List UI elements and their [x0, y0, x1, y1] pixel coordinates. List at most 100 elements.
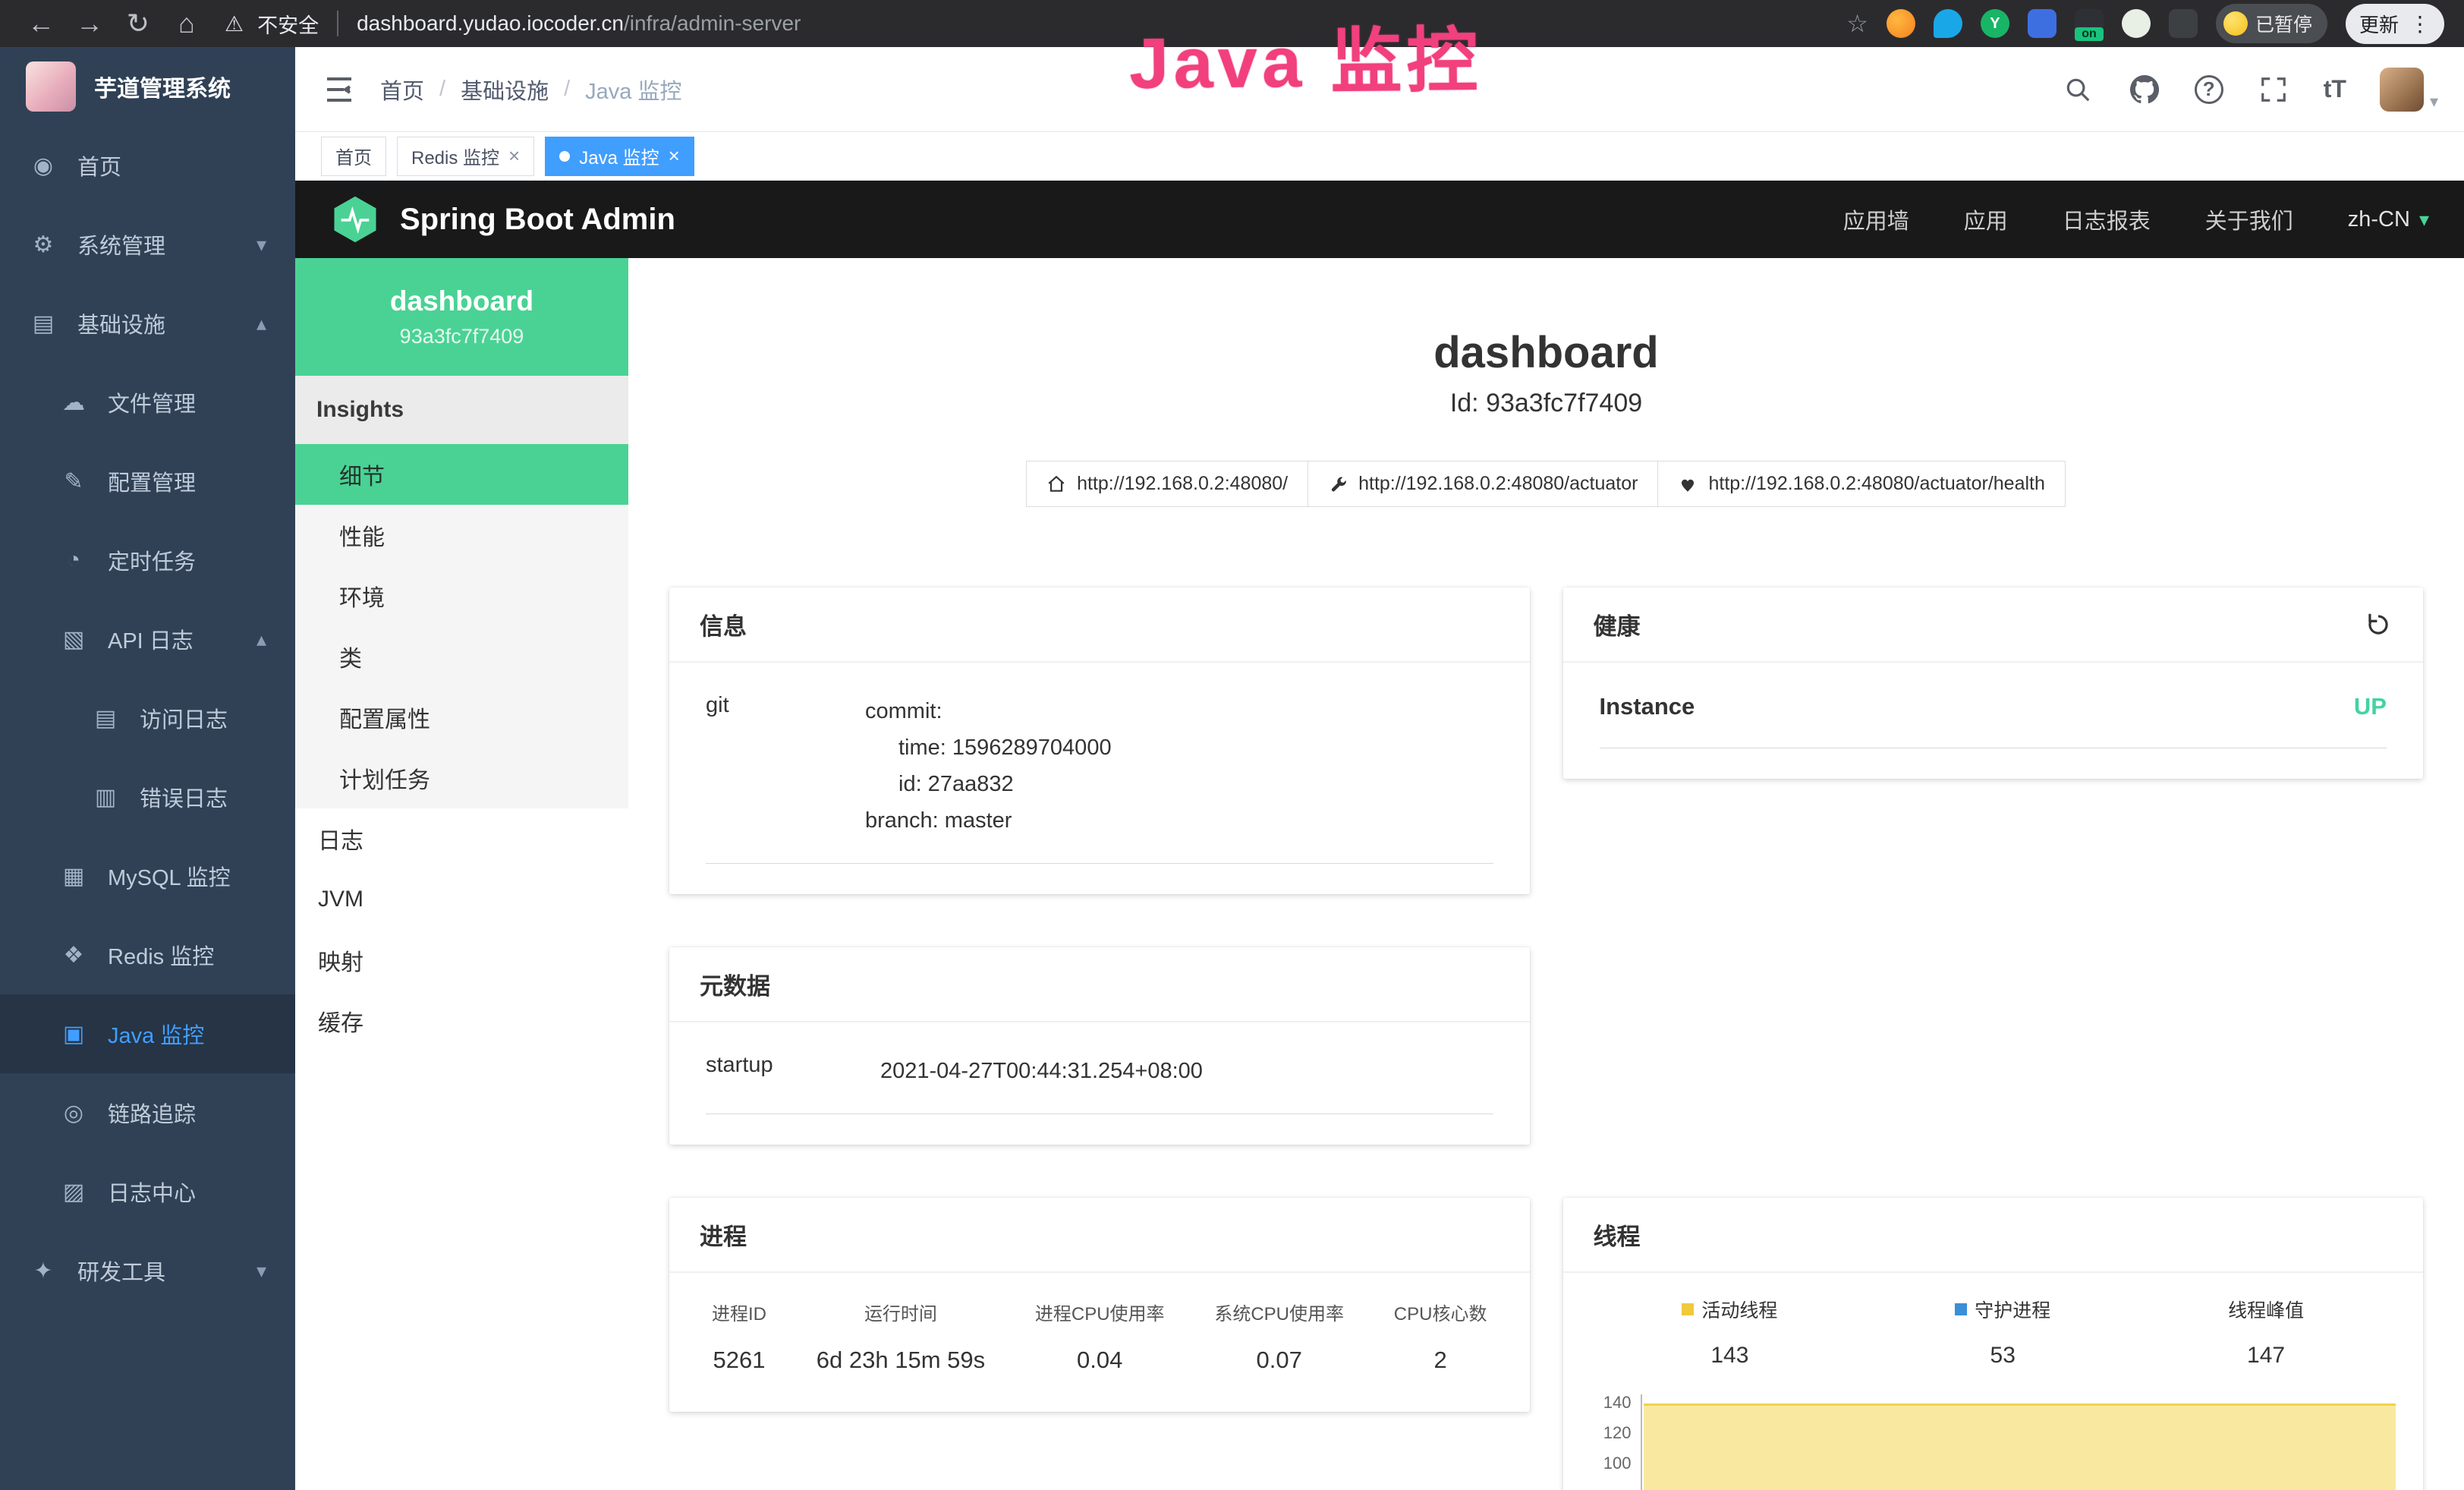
sba-menu-caches[interactable]: 缓存: [295, 991, 628, 1051]
update-button[interactable]: 更新 ⋮: [2346, 4, 2444, 44]
chart-plot-area: [1641, 1394, 2396, 1490]
health-card-title: 健康: [1594, 607, 1641, 641]
tag-redis-monitor[interactable]: Redis 监控 ×: [397, 137, 534, 176]
sidebar-item-access-log[interactable]: ▤ 访问日志: [0, 679, 295, 758]
language-selector[interactable]: zh-CN ▾: [2348, 207, 2429, 232]
search-icon[interactable]: [2061, 73, 2094, 106]
sidebar-item-files[interactable]: ☁ 文件管理: [0, 363, 295, 442]
sidebar-item-dev-tools[interactable]: ✦ 研发工具 ▾: [0, 1231, 295, 1310]
tag-java-monitor[interactable]: Java 监控 ×: [545, 137, 694, 176]
sba-nav-applications[interactable]: 应用: [1964, 203, 2008, 235]
health-card: 健康 Instance UP: [1563, 587, 2424, 779]
sba-menu-metrics[interactable]: 性能: [295, 505, 628, 565]
sba-menu-classes[interactable]: 类: [295, 626, 628, 687]
font-size-icon[interactable]: tT: [2324, 75, 2346, 103]
fullscreen-icon[interactable]: [2257, 73, 2290, 106]
close-icon[interactable]: ×: [669, 144, 680, 168]
document-icon: ▥: [91, 784, 120, 811]
bookmark-star-icon[interactable]: ☆: [1846, 9, 1868, 38]
sba-brand[interactable]: Spring Boot Admin: [400, 203, 675, 237]
legend-square-blue: [1955, 1303, 1967, 1315]
extension-leaf-icon[interactable]: [2122, 9, 2151, 38]
breadcrumb-home[interactable]: 首页: [380, 74, 424, 106]
tools-icon: ✦: [29, 1258, 58, 1284]
page-title: dashboard: [669, 326, 2423, 380]
sba-menu-config-props[interactable]: 配置属性: [295, 687, 628, 748]
layers-icon: ❖: [59, 942, 88, 969]
health-url-link[interactable]: http://192.168.0.2:48080/actuator/health: [1657, 461, 2065, 507]
info-card: 信息 git commit: time: 1596289704000 id: 2…: [669, 587, 1530, 894]
caret-down-icon: ▾: [2430, 92, 2438, 112]
help-icon[interactable]: ?: [2195, 75, 2223, 104]
github-icon[interactable]: [2128, 73, 2161, 106]
legend-square-yellow: [1682, 1303, 1694, 1315]
sba-menu-environment[interactable]: 环境: [295, 565, 628, 626]
security-warning-label[interactable]: 不安全: [257, 9, 319, 39]
extension-drop-icon[interactable]: [1934, 9, 1962, 38]
process-pid: 进程ID 5261: [712, 1299, 766, 1374]
forward-icon[interactable]: →: [68, 5, 111, 42]
instance-id-line: Id: 93a3fc7f7409: [669, 389, 2423, 418]
wrench-icon: [1328, 474, 1348, 494]
extension-switch-icon[interactable]: on: [2075, 9, 2104, 38]
sidebar-item-log-center[interactable]: ▨ 日志中心: [0, 1152, 295, 1231]
chevron-up-icon: ▴: [256, 312, 266, 335]
sidebar-item-redis-monitor[interactable]: ❖ Redis 监控: [0, 915, 295, 994]
process-card: 进程 进程ID 5261 运行时间 6d 23h 15m 59s: [669, 1198, 1530, 1412]
breadcrumb-current: Java 监控: [585, 74, 681, 106]
user-menu[interactable]: ▾: [2380, 68, 2438, 112]
actuator-url-link[interactable]: http://192.168.0.2:48080/actuator: [1308, 461, 1658, 507]
sba-menu-scheduled-tasks[interactable]: 计划任务: [295, 748, 628, 808]
eye-icon: ◎: [59, 1100, 88, 1126]
service-url-link[interactable]: http://192.168.0.2:48080/: [1026, 461, 1308, 507]
sba-menu-jvm[interactable]: JVM: [295, 869, 628, 930]
home-icon[interactable]: ⌂: [165, 5, 208, 42]
legend-daemon-threads[interactable]: 守护进程 53: [1955, 1296, 2050, 1369]
gear-icon: ⚙: [29, 232, 58, 258]
sidebar-item-system[interactable]: ⚙ 系统管理 ▾: [0, 205, 295, 284]
menu-dots-icon: ⋮: [2409, 11, 2431, 36]
sidebar-item-infra[interactable]: ▤ 基础设施 ▴: [0, 284, 295, 363]
sba-menu-details[interactable]: 细节: [295, 444, 628, 505]
sidebar-item-error-log[interactable]: ▥ 错误日志: [0, 758, 295, 836]
sidebar-fold-icon[interactable]: [321, 71, 357, 108]
tag-home[interactable]: 首页: [321, 137, 386, 176]
legend-live-threads[interactable]: 活动线程 143: [1682, 1296, 1777, 1369]
monitor-icon: ▤: [29, 310, 58, 337]
history-icon[interactable]: [2364, 610, 2393, 639]
process-card-title: 进程: [700, 1218, 747, 1252]
sba-nav-about[interactable]: 关于我们: [2205, 203, 2293, 235]
extension-fox-icon[interactable]: [1887, 9, 1915, 38]
extension-y-icon[interactable]: Y: [1981, 9, 2009, 38]
spring-boot-admin-logo-icon: [330, 194, 380, 244]
back-icon[interactable]: ←: [20, 5, 62, 42]
sidebar-item-mysql-monitor[interactable]: ▦ MySQL 监控: [0, 836, 295, 915]
log-icon: ▨: [59, 1179, 88, 1205]
sidebar-item-config[interactable]: ✎ 配置管理: [0, 442, 295, 521]
url-text[interactable]: dashboard.yudao.iocoder.cn/infra/admin-s…: [357, 11, 801, 36]
threads-card-title: 线程: [1594, 1218, 1641, 1252]
paused-badge[interactable]: 已暂停: [2216, 4, 2327, 43]
extension-grid-icon[interactable]: [2028, 9, 2056, 38]
sidebar-item-api-logs[interactable]: ▧ API 日志 ▴: [0, 600, 295, 679]
chevron-up-icon: ▴: [256, 628, 266, 651]
instance-header[interactable]: dashboard 93a3fc7f7409: [295, 258, 628, 376]
reload-icon[interactable]: ↻: [117, 5, 159, 42]
row-divider: [706, 863, 1493, 864]
sidebar-item-tracing[interactable]: ◎ 链路追踪: [0, 1073, 295, 1152]
sba-nav-journal[interactable]: 日志报表: [2063, 203, 2151, 235]
extensions-puzzle-icon[interactable]: [2169, 9, 2198, 38]
legend-peak-threads[interactable]: 线程峰值 147: [2228, 1296, 2304, 1369]
avatar: [2380, 68, 2424, 112]
sidebar-item-scheduled-jobs[interactable]: ◔ 定时任务: [0, 521, 295, 600]
breadcrumb-infra[interactable]: 基础设施: [461, 74, 549, 106]
sba-menu-mappings[interactable]: 映射: [295, 930, 628, 991]
app-logo[interactable]: 芋道管理系统: [0, 47, 295, 126]
close-icon[interactable]: ×: [508, 144, 520, 168]
sidebar-item-home[interactable]: ◉ 首页: [0, 126, 295, 205]
sba-nav-wallboard[interactable]: 应用墙: [1843, 203, 1909, 235]
sba-menu-logs[interactable]: 日志: [295, 808, 628, 869]
address-bar[interactable]: ⚠ 不安全 dashboard.yudao.iocoder.cn/infra/a…: [225, 9, 801, 39]
sidebar-item-java-monitor[interactable]: ▣ Java 监控: [0, 994, 295, 1073]
browser-toolbar: ← → ↻ ⌂ ⚠ 不安全 dashboard.yudao.iocoder.cn…: [0, 0, 2464, 47]
